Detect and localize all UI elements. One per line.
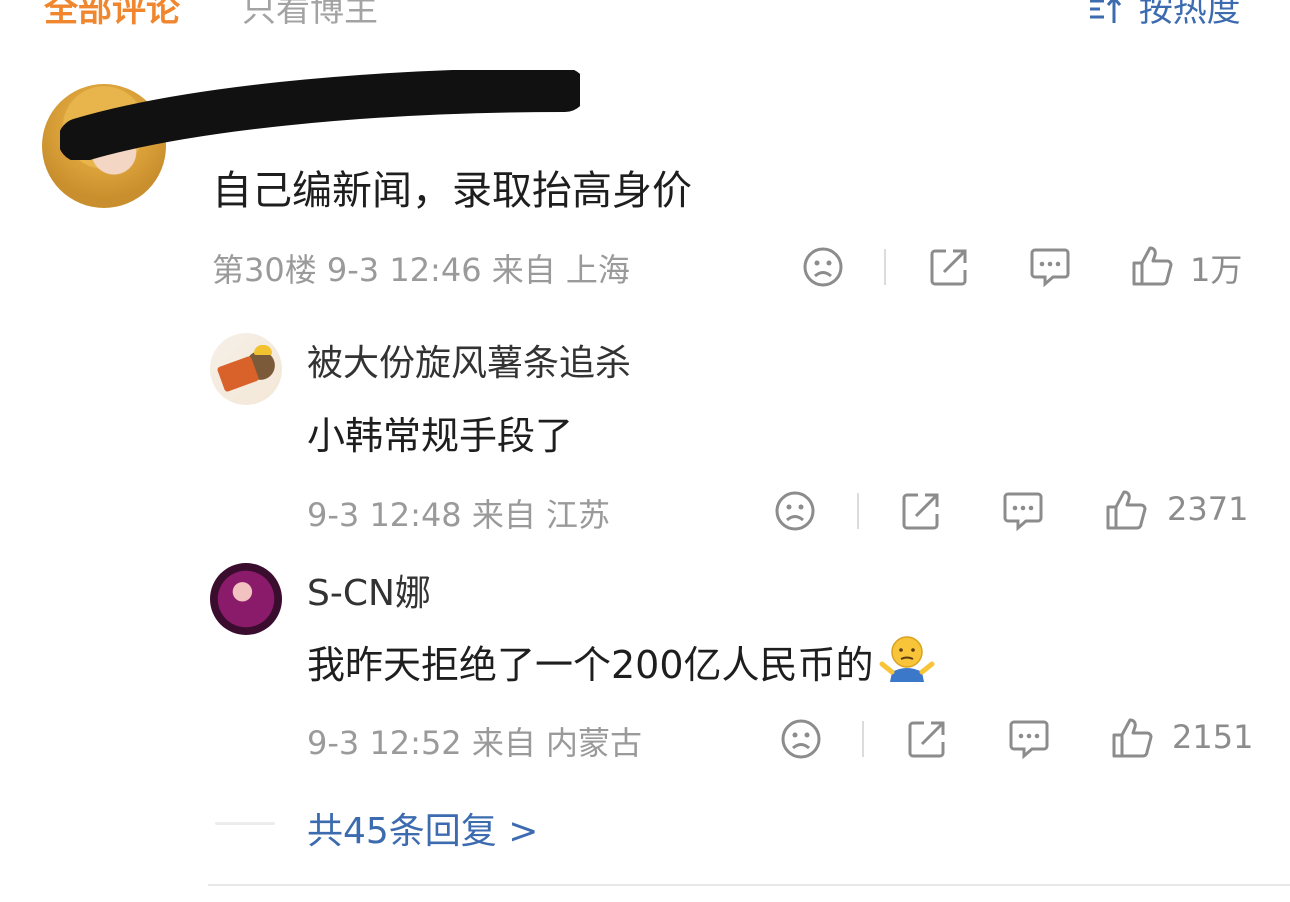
shrug-emoji-icon (878, 634, 936, 693)
divider (857, 493, 859, 529)
like-icon[interactable] (1104, 488, 1148, 536)
share-icon[interactable] (928, 246, 970, 292)
reply-avatar[interactable] (210, 333, 282, 405)
avatar-brick-shape (216, 355, 260, 393)
tab-all-comments[interactable]: 全部评论 (44, 0, 180, 31)
share-icon[interactable] (906, 718, 948, 764)
bottom-divider (208, 884, 1290, 886)
divider (862, 721, 864, 757)
like-count: 2151 (1172, 718, 1254, 756)
divider (884, 249, 886, 285)
reply-text-content: 我昨天拒绝了一个200亿人民币的 (307, 643, 874, 687)
like-icon[interactable] (1130, 244, 1174, 292)
reply-meta: 9-3 12:52 来自 内蒙古 (307, 724, 643, 762)
comment-meta: 第30楼 9-3 12:46 来自 上海 (212, 251, 630, 289)
reply-avatar[interactable] (210, 563, 282, 635)
comment-icon[interactable] (1002, 490, 1044, 536)
like-count: 2371 (1167, 490, 1249, 528)
like-icon[interactable] (1110, 716, 1154, 764)
reply-text: 我昨天拒绝了一个200亿人民币的 (307, 634, 936, 693)
dislike-icon[interactable] (780, 718, 822, 764)
faint-divider (215, 822, 275, 825)
tab-owner-only[interactable]: 只看博主 (242, 0, 378, 31)
sort-label: 按热度 (1138, 0, 1241, 30)
dislike-icon[interactable] (774, 490, 816, 536)
like-count: 1万 (1190, 251, 1243, 289)
reply-username[interactable]: 被大份旋风薯条追杀 (307, 334, 631, 386)
comment-icon[interactable] (1029, 246, 1071, 292)
avatar-hat-shape (254, 345, 272, 355)
redaction-mark (60, 70, 580, 160)
comment-icon[interactable] (1008, 718, 1050, 764)
reply-meta: 9-3 12:48 来自 江苏 (307, 496, 611, 534)
comment-text: 自己编新闻，录取抬高身价 (212, 168, 692, 214)
share-icon[interactable] (900, 490, 942, 536)
sort-button[interactable]: 按热度 (1088, 0, 1241, 31)
reply-text: 小韩常规手段了 (307, 414, 574, 458)
reply-username[interactable]: S-CN娜 (307, 564, 431, 616)
sort-icon (1088, 0, 1139, 30)
dislike-icon[interactable] (802, 246, 844, 292)
more-replies-link[interactable]: 共45条回复 > (307, 802, 538, 854)
